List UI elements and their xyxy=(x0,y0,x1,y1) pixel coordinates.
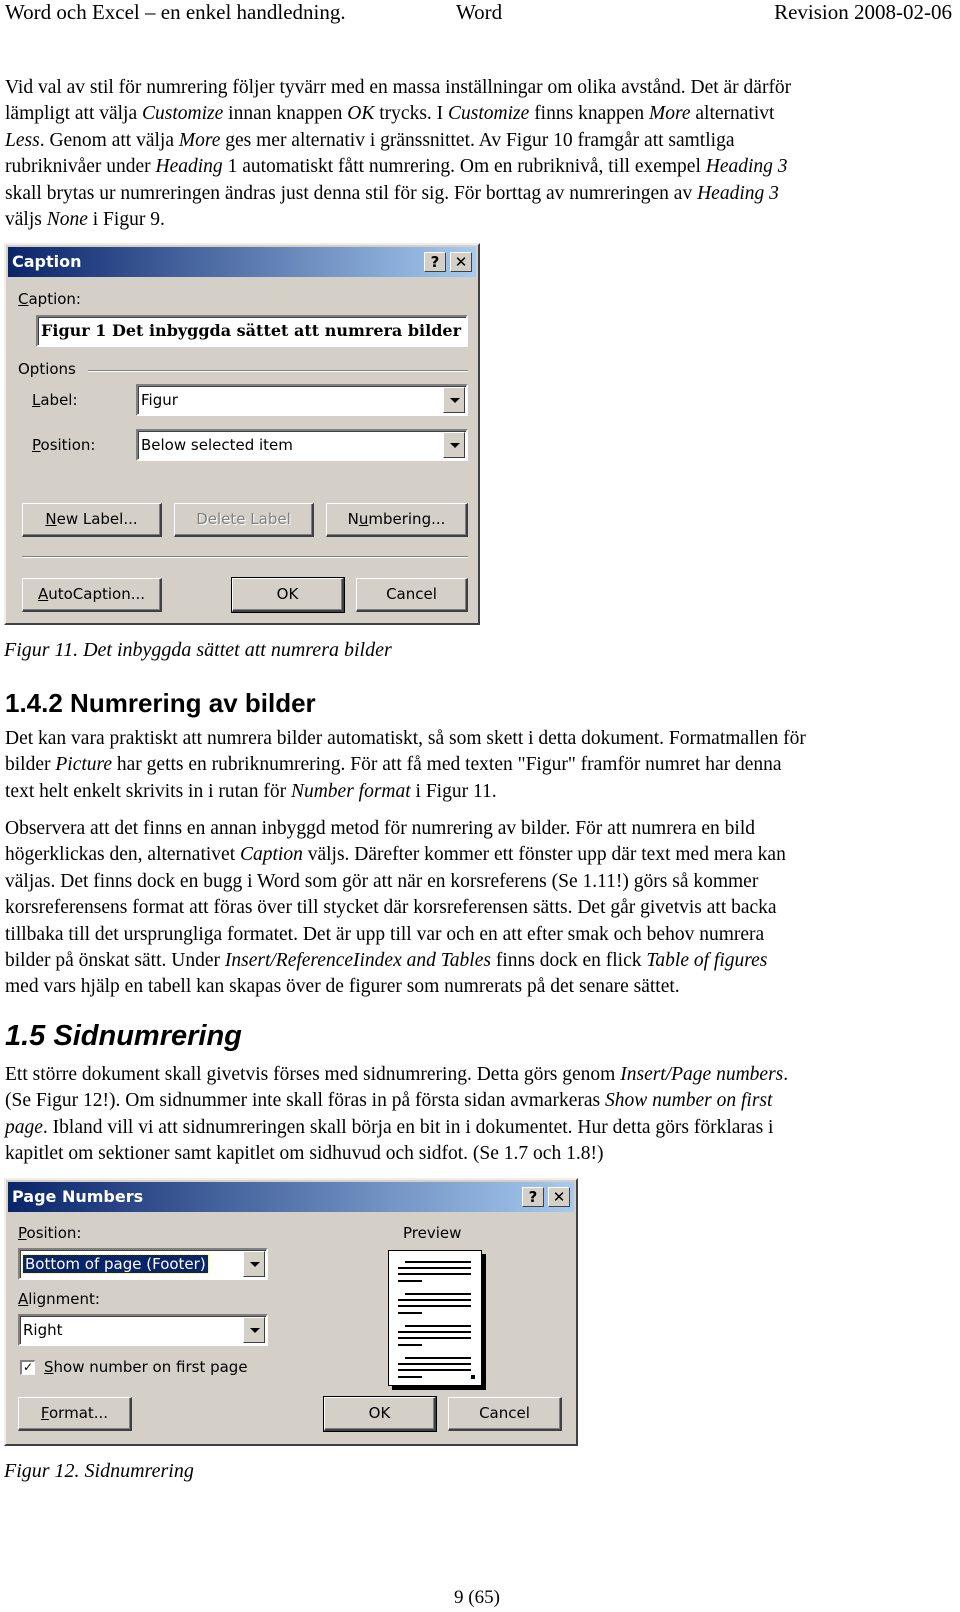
options-divider xyxy=(88,370,468,372)
page-numbers-titlebar: Page Numbers ? ✕ xyxy=(8,1182,574,1212)
autocaption-button[interactable]: AutoCaption... xyxy=(22,578,162,612)
text-line: Observera att det finns en annan inbyggd… xyxy=(5,818,755,839)
text-line: (Se Figur 12!). Om sidnummer inte skall … xyxy=(5,1090,773,1112)
preview-label: Preview xyxy=(403,1224,462,1242)
text-line: page. Ibland vill vi att sidnumreringen … xyxy=(5,1116,774,1138)
delete-label-button[interactable]: Delete Label xyxy=(174,503,314,537)
new-label-button[interactable]: New Label... xyxy=(22,503,162,537)
text-line: väljs None i Figur 9. xyxy=(5,209,165,231)
position-value: Below selected item xyxy=(141,436,293,454)
header-doc-title: Word och Excel – en enkel handledning. xyxy=(5,0,346,24)
label-label: Label: xyxy=(32,391,78,409)
label-value: Figur xyxy=(141,391,178,409)
ok-button[interactable]: OK xyxy=(231,577,345,613)
caption-input[interactable]: Figur 1 Det inbyggda sättet att numrera … xyxy=(36,315,468,347)
header-revision: Revision 2008-02-06 xyxy=(774,0,952,24)
text-line: högerklickas den, alternativet Caption v… xyxy=(5,844,786,866)
caption-dialog-titlebar: Caption ? ✕ xyxy=(8,247,476,277)
checkmark-icon: ✓ xyxy=(22,1360,34,1374)
section-1-4-2-paragraph-2: Observera att det finns en annan inbyggd… xyxy=(5,816,955,1001)
label-dropdown[interactable]: Figur xyxy=(136,384,468,416)
text-line: Ett större dokument skall givetvis förse… xyxy=(5,1064,789,1085)
chevron-down-icon[interactable] xyxy=(243,1317,265,1343)
text-line: text helt enkelt skrivits in i rutan för… xyxy=(5,780,497,802)
text-line: väljas. Det finns dock en bugg i Word so… xyxy=(5,870,759,892)
options-group-label: Options xyxy=(18,360,76,378)
position-label: Position: xyxy=(32,436,96,454)
text-line: Vid val av stil för numrering följer tyv… xyxy=(5,77,792,98)
chevron-down-icon[interactable] xyxy=(443,387,465,413)
section-1-5-heading: 1.5 Sidnumrering xyxy=(5,1020,242,1052)
format-button[interactable]: Format... xyxy=(18,1397,132,1431)
header-section: Word xyxy=(456,0,503,24)
chevron-down-icon[interactable] xyxy=(243,1251,265,1277)
close-icon[interactable]: ✕ xyxy=(450,252,472,272)
caption-dialog: Caption ? ✕ Caption: Figur 1 Det inbyggd… xyxy=(4,243,480,625)
caption-dialog-title: Caption xyxy=(12,252,82,271)
page-numbers-dialog: Page Numbers ? ✕ Position: Bottom of pag… xyxy=(4,1178,578,1446)
text-line: skall brytas ur numreringen ändras just … xyxy=(5,182,779,204)
show-first-page-label[interactable]: Show number on first page xyxy=(44,1358,248,1376)
page-number: 9 (65) xyxy=(454,1587,500,1608)
intro-paragraph: Vid val av stil för numrering följer tyv… xyxy=(5,75,955,233)
text-line: med vars hjälp en tabell kan skapas över… xyxy=(5,976,680,998)
text-line: korsreferensens format att föras över ti… xyxy=(5,897,777,919)
section-1-4-2-heading: 1.4.2 Numrering av bilder xyxy=(5,688,316,718)
pn-position-dropdown[interactable]: Bottom of page (Footer) xyxy=(18,1248,268,1280)
pn-alignment-value: Right xyxy=(23,1321,63,1339)
page-numbers-title: Page Numbers xyxy=(12,1187,144,1206)
pn-position-label: Position: xyxy=(18,1224,82,1242)
text-line: rubriknivåer under Heading 1 automatiskt… xyxy=(5,156,788,178)
pn-position-value: Bottom of page (Footer) xyxy=(22,1254,209,1274)
chevron-down-icon[interactable] xyxy=(443,432,465,458)
preview-page-thumbnail xyxy=(388,1250,482,1386)
pn-alignment-dropdown[interactable]: Right xyxy=(18,1314,268,1346)
figure-12-caption: Figur 12. Sidnumrering xyxy=(4,1460,194,1482)
pn-alignment-label: Alignment: xyxy=(18,1290,100,1308)
dialog-divider xyxy=(22,556,468,558)
close-icon[interactable]: ✕ xyxy=(548,1187,570,1207)
text-line: Less. Genom att välja More ges mer alter… xyxy=(5,129,735,151)
text-line: bilder på önskat sätt. Under Insert/Refe… xyxy=(5,950,768,972)
pn-cancel-button[interactable]: Cancel xyxy=(448,1397,562,1431)
pn-ok-button[interactable]: OK xyxy=(323,1396,437,1432)
help-icon[interactable]: ? xyxy=(522,1187,544,1207)
text-line: tillbaka till det ursprungliga formatet.… xyxy=(5,923,765,945)
section-1-5-paragraph: Ett större dokument skall givetvis förse… xyxy=(5,1062,955,1168)
text-line: Det kan vara praktiskt att numrera bilde… xyxy=(5,728,806,749)
figure-11-caption: Figur 11. Det inbyggda sättet att numrer… xyxy=(4,639,392,661)
numbering-button[interactable]: Numbering... xyxy=(326,503,468,537)
show-first-page-checkbox[interactable]: ✓ xyxy=(20,1360,35,1375)
text-line: kapitlet om sektioner samt kapitlet om s… xyxy=(5,1143,604,1165)
help-icon[interactable]: ? xyxy=(424,252,446,272)
position-dropdown[interactable]: Below selected item xyxy=(136,429,468,461)
text-line: bilder Picture har getts en rubriknumrer… xyxy=(5,754,782,776)
cancel-button[interactable]: Cancel xyxy=(356,578,468,612)
text-line: lämpligt att välja Customize innan knapp… xyxy=(5,103,775,125)
page-number-marker xyxy=(471,1375,475,1379)
section-1-4-2-paragraph-1: Det kan vara praktiskt att numrera bilde… xyxy=(5,726,955,805)
caption-label: Caption: xyxy=(18,290,81,308)
